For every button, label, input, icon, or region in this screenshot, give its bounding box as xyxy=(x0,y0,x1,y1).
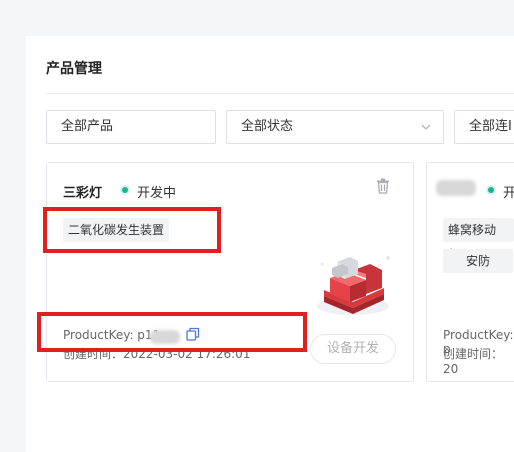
annotation-box-product-key xyxy=(37,312,307,352)
device-develop-button[interactable]: 设备开发 xyxy=(310,334,396,364)
status-text: 开发中 xyxy=(137,186,177,201)
product-filter-value: 全部产品 xyxy=(61,119,114,134)
status-dot xyxy=(122,187,128,193)
product-name: 三彩灯 xyxy=(63,186,103,201)
created-time: 创建时间：20 xyxy=(443,347,504,376)
status-filter-select[interactable]: 全部状态 xyxy=(226,110,444,144)
status-filter-value: 全部状态 xyxy=(241,119,294,134)
trash-icon[interactable] xyxy=(374,177,392,195)
product-category-tag: 蜂窝移动(2G xyxy=(443,218,514,261)
page-title: 产品管理 xyxy=(46,61,102,77)
redacted-product-name xyxy=(436,180,476,196)
chevron-down-icon xyxy=(421,124,431,130)
status-dot xyxy=(488,187,494,193)
product-feature-tag: 安防 xyxy=(443,249,513,273)
status-text: 开 xyxy=(503,186,514,201)
title-divider xyxy=(46,93,514,94)
annotation-box-category xyxy=(43,207,221,253)
connection-filter-select[interactable]: 全部连I xyxy=(454,110,514,144)
product-filter-input[interactable]: 全部产品 xyxy=(46,110,216,144)
connection-filter-value: 全部连I xyxy=(469,119,512,134)
product-boxes-illustration xyxy=(317,256,390,315)
